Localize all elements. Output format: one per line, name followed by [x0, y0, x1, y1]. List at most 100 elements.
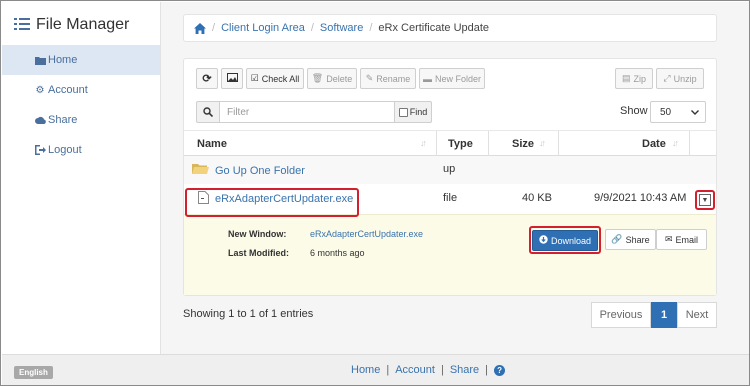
footer-link-home[interactable]: Home [351, 364, 380, 376]
refresh-icon: ⟳ [202, 73, 212, 85]
footer-bar: English Home | Account | Share | ? [2, 354, 749, 385]
delete-button[interactable]: 🗑 Delete [307, 68, 357, 89]
entries-info: Showing 1 to 1 of 1 entries [183, 308, 314, 320]
sort-icon[interactable]: ↓↑ [672, 138, 679, 148]
folder-icon [34, 56, 46, 65]
breadcrumb-link-client-login-area[interactable]: Client Login Area [221, 22, 305, 34]
checkbox-icon [398, 107, 408, 117]
email-label: Email [675, 234, 699, 245]
link-icon: 🔗 [611, 234, 623, 244]
breadcrumb-link-software[interactable]: Software [320, 22, 363, 34]
envelope-icon: ✉ [664, 234, 673, 244]
page-1-button[interactable]: 1 [651, 302, 677, 328]
column-header-name[interactable]: Name [197, 131, 227, 157]
unzip-button[interactable]: ⤢ Unzip [656, 68, 704, 89]
find-checkbox[interactable]: Find [394, 101, 432, 123]
column-header-label: Name [197, 138, 227, 150]
column-divider [689, 131, 690, 157]
sidebar-item-label: Home [48, 54, 78, 66]
sidebar-item-account[interactable]: ⚙ Account [2, 75, 160, 105]
footer-link-account[interactable]: Account [395, 364, 435, 376]
highlight-box [185, 188, 359, 217]
zip-label: Zip [633, 73, 647, 84]
sidebar-item-label: Share [48, 114, 78, 126]
highlight-box [695, 190, 715, 210]
find-label: Find [409, 107, 428, 117]
sort-icon[interactable]: ↓↑ [420, 138, 427, 148]
file-panel: ⟳ ☑ Check All 🗑 Delete ✎ Rename ▬ New Fo… [183, 58, 717, 296]
email-button[interactable]: ✉ Email [656, 229, 707, 250]
delete-label: Delete [326, 73, 353, 84]
help-icon[interactable]: ? [494, 364, 506, 376]
footer-links: Home | Account | Share | ? [351, 364, 506, 376]
sidebar-item-logout[interactable]: Logout [2, 135, 160, 165]
breadcrumb-current: eRx Certificate Update [378, 22, 490, 34]
breadcrumb-separator: / [369, 22, 373, 34]
zip-button[interactable]: ▤ Zip [615, 68, 653, 89]
show-entries-select[interactable]: 50 [650, 101, 706, 123]
table-header: Name ↓↑ Type Size ↓↑ Date ↓↑ [184, 130, 716, 157]
home-icon[interactable] [194, 22, 206, 34]
footer-separator: | [386, 364, 390, 376]
highlight-box [529, 226, 601, 254]
breadcrumb-separator: / [212, 22, 216, 34]
sidebar-item-label: Logout [48, 144, 82, 156]
previous-page-button[interactable]: Previous [591, 302, 651, 328]
column-header-size[interactable]: Size [512, 131, 534, 157]
column-header-label: Type [448, 138, 473, 150]
list-icon [14, 17, 30, 34]
language-badge[interactable]: English [14, 366, 53, 379]
zip-icon: ▤ [621, 73, 631, 83]
trash-icon: 🗑 [311, 73, 324, 83]
show-label: Show [620, 105, 648, 117]
sidebar-item-label: Account [48, 84, 88, 96]
column-header-date[interactable]: Date [642, 131, 666, 157]
name-cell: Go Up One Folder [192, 162, 305, 179]
footer-link-share[interactable]: Share [450, 364, 479, 376]
last-modified-value: 6 months ago [310, 248, 365, 258]
go-up-link[interactable]: Go Up One Folder [215, 165, 305, 177]
next-page-button[interactable]: Next [677, 302, 717, 328]
expand-icon: ⤢ [663, 73, 671, 83]
folder-open-icon [192, 162, 209, 179]
file-details-panel: New Window: eRxAdapterCertUpdater.exe La… [184, 214, 716, 295]
sidebar-item-home[interactable]: Home [2, 45, 160, 75]
rename-button[interactable]: ✎ Rename [360, 68, 416, 89]
logout-icon [34, 145, 46, 155]
gear-icon: ⚙ [35, 84, 45, 96]
filter-input[interactable] [220, 101, 394, 123]
filter-group: Find [196, 101, 432, 123]
refresh-button[interactable]: ⟳ [196, 68, 218, 89]
main-content: / Client Login Area / Software / eRx Cer… [161, 2, 749, 354]
new-window-link[interactable]: eRxAdapterCertUpdater.exe [310, 229, 423, 239]
column-header-label: Size [512, 138, 535, 150]
new-folder-label: New Folder [434, 73, 481, 84]
breadcrumb: / Client Login Area / Software / eRx Cer… [183, 14, 717, 42]
edit-icon: ✎ [365, 73, 374, 83]
unzip-label: Unzip [673, 73, 697, 84]
date-cell: 9/9/2021 10:43 AM [594, 192, 687, 204]
last-modified-label: Last Modified: [228, 248, 289, 258]
app-window: File Manager Home ⚙ Account Share Logout [0, 0, 750, 386]
share-label: Share [625, 234, 650, 245]
table-row-up[interactable]: Go Up One Folder up [184, 156, 716, 184]
new-folder-button[interactable]: ▬ New Folder [419, 68, 485, 89]
app-title: File Manager [36, 16, 130, 33]
type-cell: file [443, 192, 458, 204]
share-button[interactable]: 🔗 Share [605, 229, 656, 250]
sidebar: File Manager Home ⚙ Account Share Logout [2, 2, 161, 354]
size-cell: 40 KB [522, 192, 552, 204]
check-all-button[interactable]: ☑ Check All [246, 68, 304, 89]
show-entries-value: 50 [660, 106, 672, 118]
chevron-down-icon [691, 107, 699, 118]
sort-icon[interactable]: ↓↑ [539, 138, 546, 148]
column-header-type[interactable]: Type [448, 131, 473, 157]
column-divider [436, 131, 437, 157]
checkbox-checked-icon: ☑ [250, 73, 259, 83]
folder-plus-icon: ▬ [422, 73, 432, 84]
check-all-label: Check All [261, 73, 300, 84]
sidebar-item-share[interactable]: Share [2, 105, 160, 135]
image-view-button[interactable] [221, 68, 243, 89]
search-icon [196, 101, 220, 123]
column-divider [558, 131, 559, 157]
